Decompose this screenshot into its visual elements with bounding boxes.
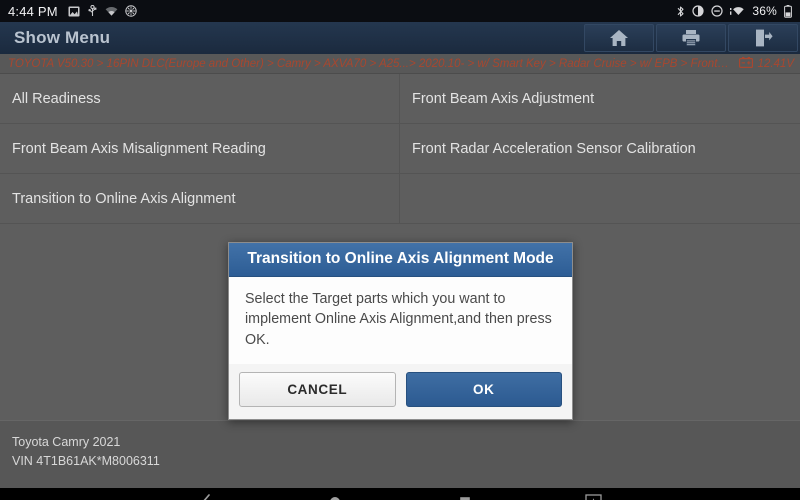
square-icon xyxy=(458,495,472,500)
transition-dialog: Transition to Online Axis Alignment Mode… xyxy=(228,242,573,420)
print-button[interactable] xyxy=(656,24,726,52)
cancel-button[interactable]: CANCEL xyxy=(239,371,396,407)
dialog-title: Transition to Online Axis Alignment Mode xyxy=(229,243,572,277)
breadcrumb-path: TOYOTA V50.30 > 16PIN DLC(Europe and Oth… xyxy=(8,57,731,70)
battery-icon xyxy=(784,4,792,18)
settings-gear-icon xyxy=(125,5,137,17)
circle-icon xyxy=(328,495,342,500)
bluetooth-icon xyxy=(676,5,685,18)
toolbar xyxy=(584,22,800,54)
exit-door-icon xyxy=(752,28,774,48)
status-clock: 4:44 PM xyxy=(8,3,58,19)
battery-percent-label: 36% xyxy=(752,4,777,18)
nav-screenshot-button[interactable] xyxy=(529,488,658,500)
status-left-icons xyxy=(68,5,137,17)
signal-wifi-icon xyxy=(730,5,745,17)
android-nav-bar xyxy=(0,488,800,500)
printer-icon xyxy=(680,28,702,48)
car-battery-icon xyxy=(738,55,753,73)
dialog-message: Select the Target parts which you want t… xyxy=(229,277,572,364)
page-title: Show Menu xyxy=(14,28,111,47)
chevron-left-icon xyxy=(199,493,213,500)
wifi-weak-icon xyxy=(105,6,118,17)
status-right-icons: 36% xyxy=(676,4,792,18)
vehicle-vin: VIN 4T1B61AK*M8006311 xyxy=(12,454,160,469)
home-icon xyxy=(608,28,630,48)
vehicle-name: Toyota Camry 2021 xyxy=(12,435,121,449)
breadcrumb: TOYOTA V50.30 > 16PIN DLC(Europe and Oth… xyxy=(0,54,800,74)
nav-home-button[interactable] xyxy=(271,488,400,500)
voltage-indicator: 12.41V xyxy=(738,55,794,73)
nav-back-button[interactable] xyxy=(142,488,271,500)
vehicle-info-footer: Toyota Camry 2021 VIN 4T1B61AK*M8006311 xyxy=(0,420,800,488)
exit-button[interactable] xyxy=(728,24,798,52)
tablet-screen: 4:44 PM 36% Show Menu TOYOTA V50.30 > 16… xyxy=(0,0,800,500)
app-title-bar: Show Menu xyxy=(0,22,800,54)
voltage-value: 12.41V xyxy=(757,57,794,70)
nav-recents-button[interactable] xyxy=(400,488,529,500)
ok-button[interactable]: OK xyxy=(405,371,562,407)
main-content: All Readiness Front Beam Axis Adjustment… xyxy=(0,74,800,420)
android-status-bar: 4:44 PM 36% xyxy=(0,0,800,22)
image-icon xyxy=(68,6,80,17)
brightness-icon xyxy=(692,5,704,17)
screenshot-icon xyxy=(585,493,602,500)
usb-icon xyxy=(87,5,98,17)
home-button[interactable] xyxy=(584,24,654,52)
do-not-disturb-icon xyxy=(711,5,723,17)
dialog-actions: CANCEL OK xyxy=(229,363,572,419)
